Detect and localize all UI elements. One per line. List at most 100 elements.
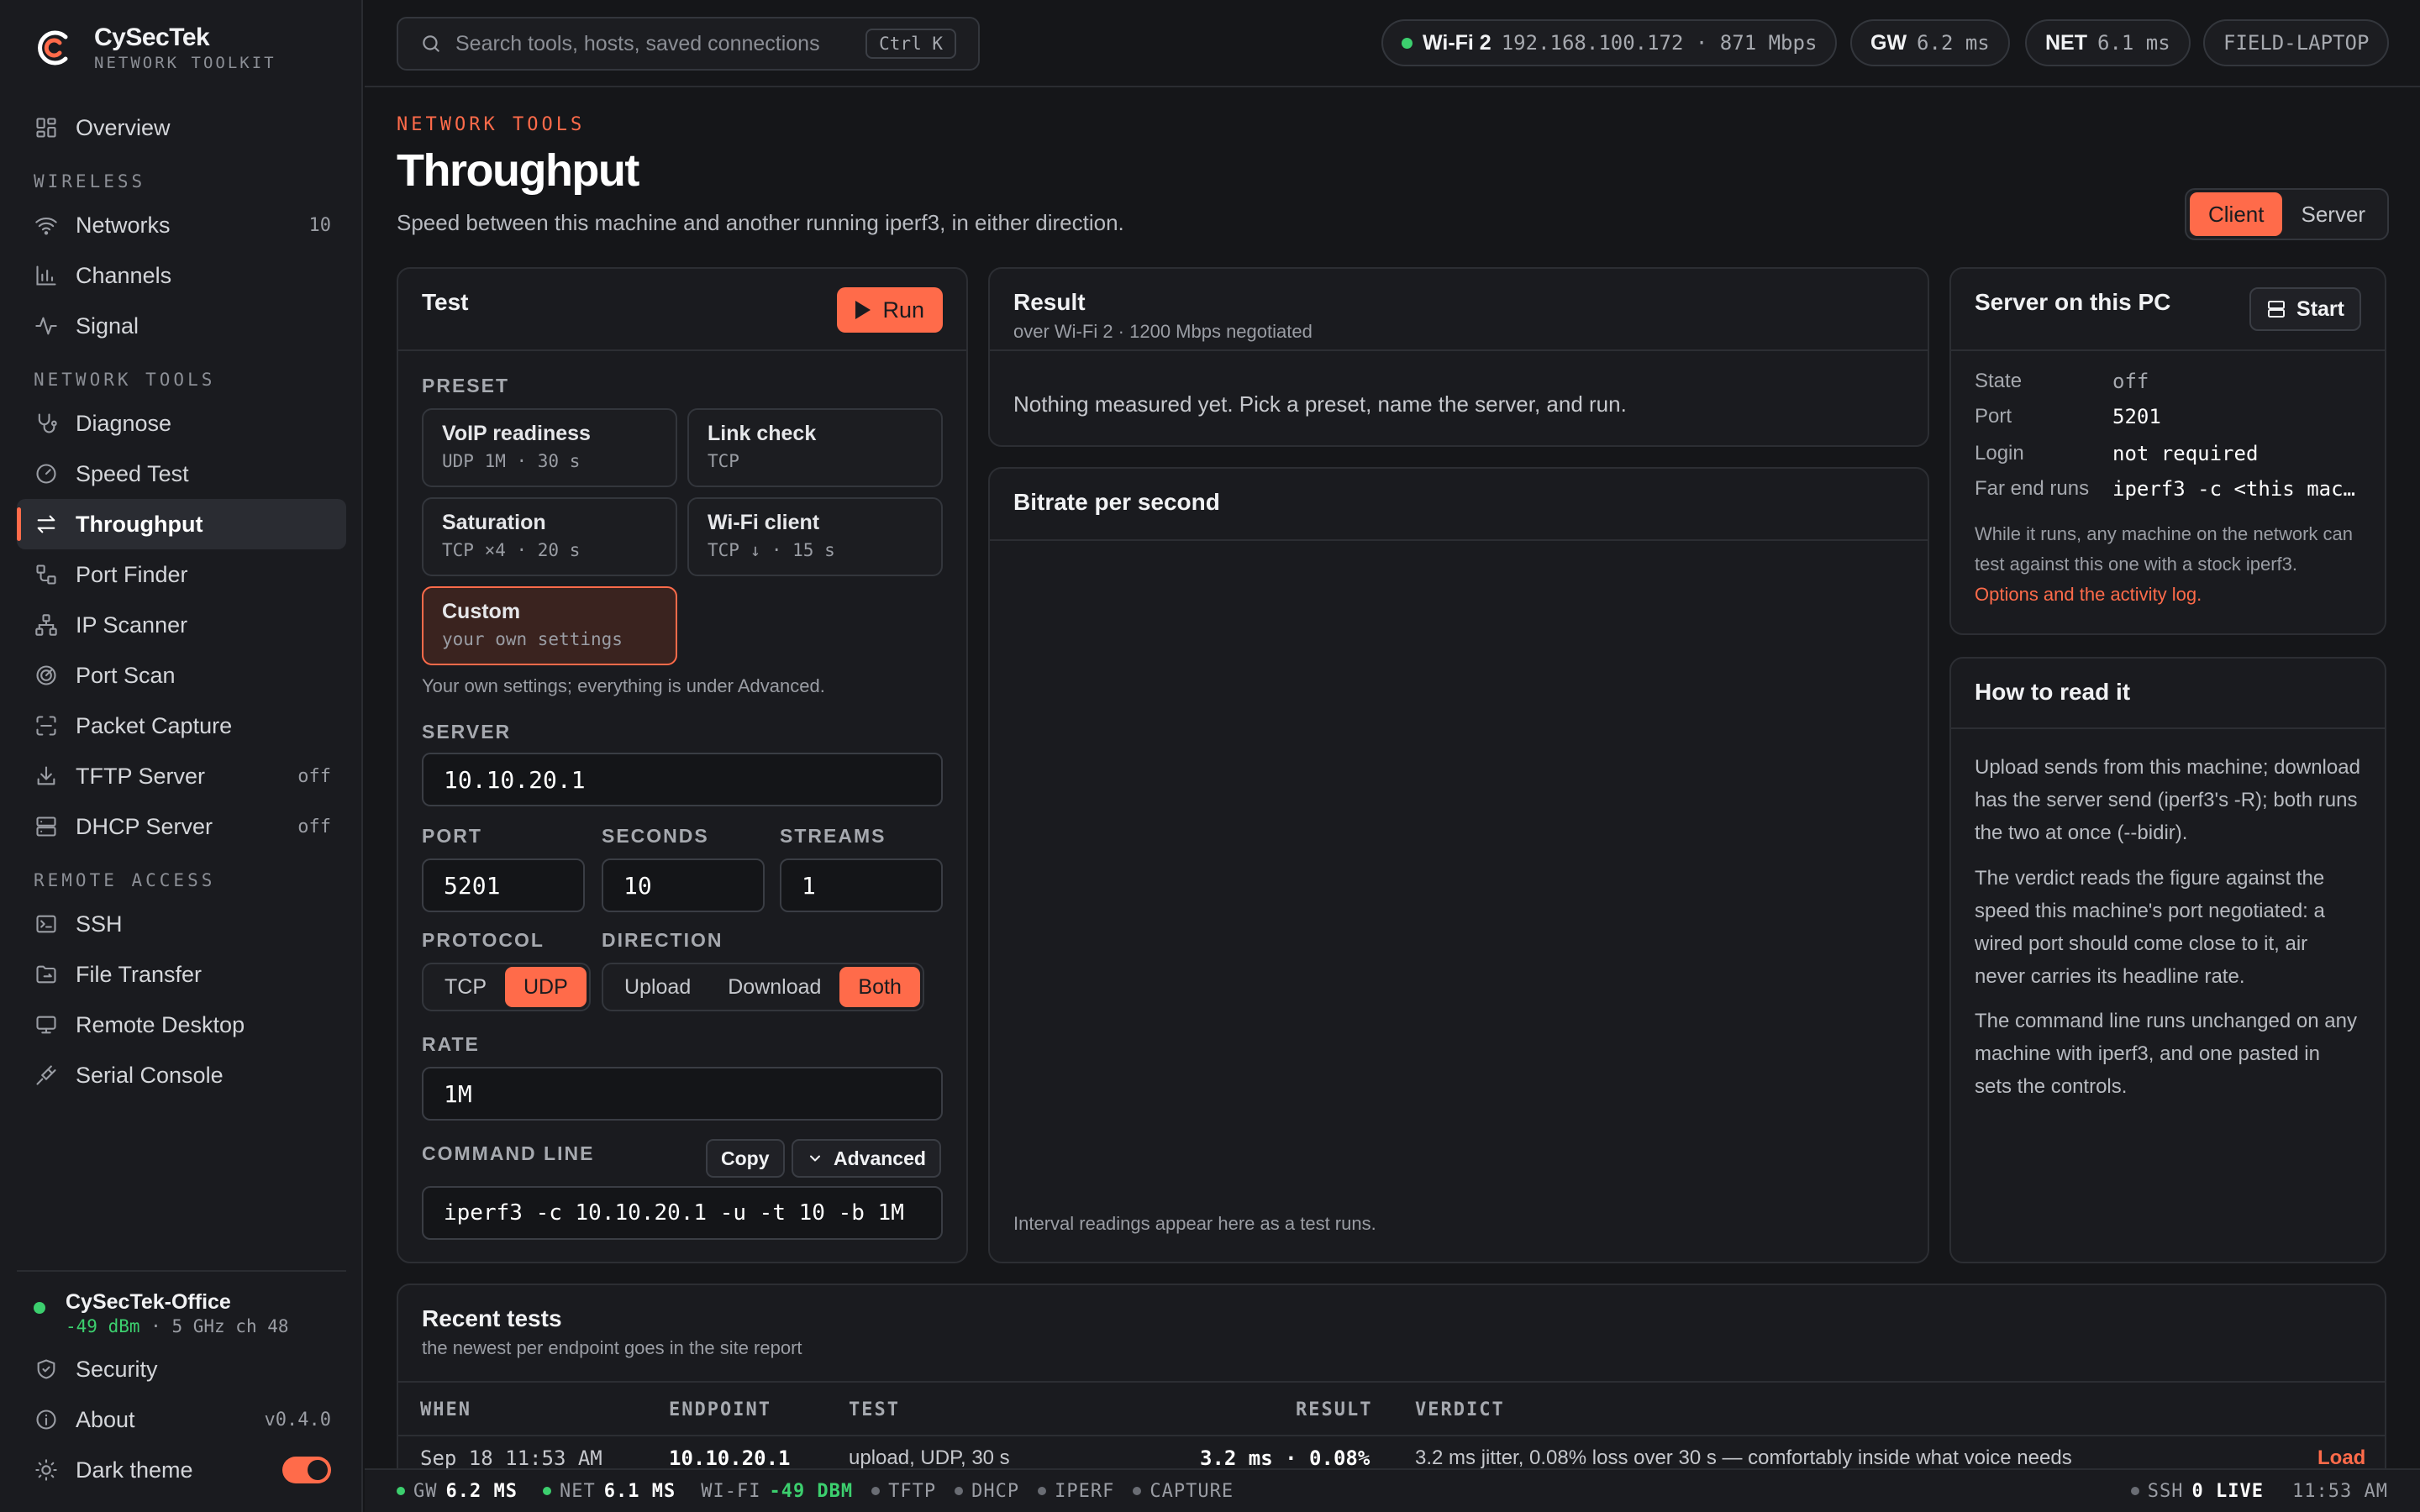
preset-link-check[interactable]: Link check TCP xyxy=(687,408,943,487)
status-dot xyxy=(955,1487,964,1495)
sidebar-item-label: Signal xyxy=(76,312,139,339)
wifi-status-pill[interactable]: Wi-Fi 2 192.168.100.172 · 871 Mbps xyxy=(1381,19,1838,66)
brand[interactable]: CySecTek NETWORK TOOLKIT xyxy=(34,24,276,72)
sidebar-item-packet-capture[interactable]: Packet Capture xyxy=(17,701,346,751)
protocol-udp-button[interactable]: UDP xyxy=(505,967,587,1007)
load-button[interactable]: Load xyxy=(2317,1446,2365,1470)
table-divider xyxy=(398,1435,2385,1436)
direction-download-button[interactable]: Download xyxy=(709,967,839,1007)
sidebar-item-ip-scanner[interactable]: IP Scanner xyxy=(17,600,346,650)
current-connection[interactable]: CySecTek-Office -49 dBm · 5 GHz ch 48 xyxy=(17,1272,346,1344)
result-card-header: Result over Wi-Fi 2 · 1200 Mbps negotiat… xyxy=(990,269,1928,351)
sidebar-item-serial-console[interactable]: Serial Console xyxy=(17,1050,346,1100)
info-icon xyxy=(34,1407,59,1432)
sidebar-item-port-finder[interactable]: Port Finder xyxy=(17,549,346,600)
preset-wifi-client[interactable]: Wi-Fi client TCP ↓ · 15 s xyxy=(687,497,943,576)
server-note-text: While it runs, any machine on the networ… xyxy=(1975,523,2354,575)
copy-button[interactable]: Copy xyxy=(706,1139,785,1178)
plug-icon xyxy=(34,1063,59,1088)
sidebar-item-about[interactable]: About v0.4.0 xyxy=(17,1394,346,1445)
sidebar-item-dark-theme[interactable]: Dark theme xyxy=(17,1445,346,1495)
connection-meta: -49 dBm · 5 GHz ch 48 xyxy=(66,1316,289,1336)
start-server-button[interactable]: Start xyxy=(2249,287,2361,331)
cysectek-logo-icon xyxy=(38,30,68,66)
sidebar-item-networks[interactable]: Networks 10 xyxy=(17,200,346,250)
sidebar-item-port-scan[interactable]: Port Scan xyxy=(17,650,346,701)
sidebar-item-ssh[interactable]: SSH xyxy=(17,899,346,949)
page-eyebrow: NETWORK TOOLS xyxy=(397,114,586,135)
command-line-input[interactable]: iperf3 -c 10.10.20.1 -u -t 10 -b 1M xyxy=(422,1186,943,1240)
server-state-value: off xyxy=(2112,370,2149,393)
sidebar-item-label: Packet Capture xyxy=(76,712,233,738)
result-card-title: Result xyxy=(1013,289,1086,315)
dark-theme-toggle[interactable] xyxy=(282,1457,331,1483)
seconds-input[interactable]: 10 xyxy=(602,858,765,912)
streams-input[interactable]: 1 xyxy=(780,858,943,912)
arrows-left-right-icon xyxy=(34,512,59,537)
gateway-latency-pill[interactable]: GW 6.2 ms xyxy=(1850,19,2010,66)
play-icon xyxy=(855,301,871,319)
sidebar-item-file-transfer[interactable]: File Transfer xyxy=(17,949,346,1000)
search-input[interactable]: Search tools, hosts, saved connections C… xyxy=(397,17,980,71)
sidebar-item-label: DHCP Server xyxy=(76,813,213,839)
status-key: DHCP xyxy=(971,1480,1020,1502)
how-to-read-title: How to read it xyxy=(1975,679,2131,705)
sidebar-item-label: Dark theme xyxy=(76,1457,193,1483)
mode-client-button[interactable]: Client xyxy=(2190,192,2283,236)
test-card-header: Test Run xyxy=(398,269,966,351)
run-button[interactable]: Run xyxy=(837,287,943,333)
rate-input[interactable]: 1M xyxy=(422,1067,943,1121)
status-value: 6.2 MS xyxy=(445,1480,518,1502)
sidebar-item-remote-desktop[interactable]: Remote Desktop xyxy=(17,1000,346,1050)
sidebar-item-tftp-server[interactable]: TFTP Server off xyxy=(17,751,346,801)
protocol-label: PROTOCOL xyxy=(422,929,544,951)
status-gw: GW 6.2 MS xyxy=(397,1481,518,1502)
sidebar-item-signal[interactable]: Signal xyxy=(17,301,346,351)
advanced-button[interactable]: Advanced xyxy=(792,1139,941,1178)
sidebar-item-throughput[interactable]: Throughput xyxy=(17,499,346,549)
preset-saturation[interactable]: Saturation TCP ×4 · 20 s xyxy=(422,497,677,576)
gw-label: GW xyxy=(1870,30,1907,55)
connection-status-dot xyxy=(34,1302,45,1314)
sidebar-item-diagnose[interactable]: Diagnose xyxy=(17,398,346,449)
sidebar-item-label: Port Scan xyxy=(76,662,176,688)
sidebar-item-label: Networks xyxy=(76,212,171,238)
port-label: PORT xyxy=(422,825,482,847)
port-input[interactable]: 5201 xyxy=(422,858,585,912)
mode-server-button[interactable]: Server xyxy=(2282,192,2384,236)
internet-latency-pill[interactable]: NET 6.1 ms xyxy=(2025,19,2191,66)
connection-band: · 5 GHz ch 48 xyxy=(139,1316,289,1336)
sidebar-item-speed-test[interactable]: Speed Test xyxy=(17,449,346,499)
row-endpoint: 10.10.20.1 xyxy=(669,1446,791,1470)
sidebar: CySecTek NETWORK TOOLKIT Overview WIRELE… xyxy=(0,0,363,1512)
command-line-label: COMMAND LINE xyxy=(422,1142,595,1164)
sidebar-item-channels[interactable]: Channels xyxy=(17,250,346,301)
sidebar-item-label: Speed Test xyxy=(76,460,189,486)
server-input[interactable]: 10.10.20.1 xyxy=(422,753,943,806)
bitrate-card-title: Bitrate per second xyxy=(1013,489,1220,515)
sidebar-item-label: Security xyxy=(76,1356,158,1382)
sidebar-item-security[interactable]: Security xyxy=(17,1344,346,1394)
options-activity-log-link[interactable]: Options and the activity log. xyxy=(1975,584,2202,605)
preset-custom[interactable]: Custom your own settings xyxy=(422,586,677,665)
net-label: NET xyxy=(2045,30,2087,55)
status-key: IPERF xyxy=(1055,1480,1115,1502)
server-login-value: not required xyxy=(2112,442,2259,465)
sidebar-item-dhcp-server[interactable]: DHCP Server off xyxy=(17,801,346,852)
preset-voip-readiness[interactable]: VoIP readiness UDP 1M · 30 s xyxy=(422,408,677,487)
search-shortcut-hint: Ctrl K xyxy=(865,29,956,59)
direction-both-button[interactable]: Both xyxy=(839,967,920,1007)
status-key: SSH xyxy=(2147,1480,2184,1502)
status-tftp: TFTP xyxy=(871,1481,936,1502)
protocol-tcp-button[interactable]: TCP xyxy=(426,967,505,1007)
how-to-read-p2: The verdict reads the figure against the… xyxy=(1975,867,2325,988)
col-endpoint: ENDPOINT xyxy=(669,1399,771,1420)
status-iperf: IPERF xyxy=(1038,1481,1114,1502)
grid-icon xyxy=(34,115,59,140)
server-port-value: 5201 xyxy=(2112,405,2161,428)
hostname-pill[interactable]: FIELD-LAPTOP xyxy=(2203,19,2390,66)
how-to-read-header: How to read it xyxy=(1951,659,2385,729)
sidebar-item-overview[interactable]: Overview xyxy=(17,102,346,153)
direction-upload-button[interactable]: Upload xyxy=(606,967,709,1007)
bar-chart-icon xyxy=(34,263,59,288)
